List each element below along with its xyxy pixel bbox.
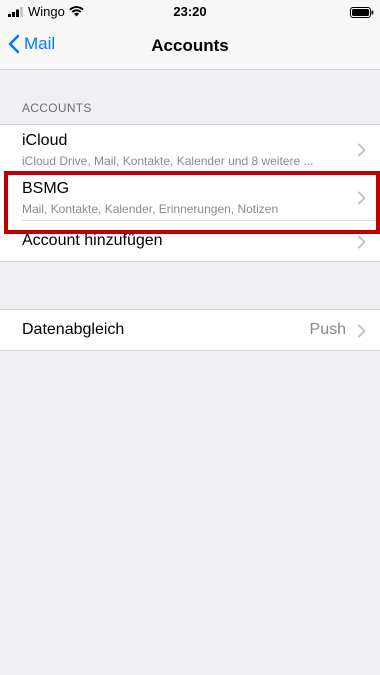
account-title: iCloud <box>22 132 68 149</box>
fetch-data-row[interactable]: Datenabgleich Push <box>0 310 380 350</box>
account-row-icloud[interactable]: iCloud iCloud Drive, Mail, Kontakte, Kal… <box>0 125 380 173</box>
chevron-right-icon <box>358 235 366 249</box>
status-bar: Wingo 23:20 <box>0 0 380 24</box>
page-title: Accounts <box>151 36 229 55</box>
navigation-bar: Mail Accounts <box>0 24 380 70</box>
account-row-bsmg[interactable]: BSMG Mail, Kontakte, Kalender, Erinnerun… <box>0 173 380 221</box>
fetch-data-label: Datenabgleich <box>22 321 125 338</box>
settings-screen: Wingo 23:20 Mail Accounts ACCOUNTS iClou… <box>0 0 380 675</box>
section-header-accounts: ACCOUNTS <box>22 101 92 115</box>
battery-icon <box>350 7 374 18</box>
chevron-right-icon <box>358 143 366 157</box>
accounts-list: iCloud iCloud Drive, Mail, Kontakte, Kal… <box>0 124 380 262</box>
account-title: BSMG <box>22 180 70 197</box>
account-services: Mail, Kontakte, Kalender, Erinnerungen, … <box>22 202 279 216</box>
fetch-settings-list: Datenabgleich Push <box>0 309 380 351</box>
account-services: iCloud Drive, Mail, Kontakte, Kalender u… <box>22 154 314 168</box>
fetch-data-value: Push <box>309 321 346 338</box>
chevron-right-icon <box>358 324 366 338</box>
battery-indicator <box>350 6 374 21</box>
add-account-label: Account hinzufügen <box>22 232 163 249</box>
status-time: 23:20 <box>173 4 207 19</box>
chevron-right-icon <box>358 191 366 205</box>
add-account-row[interactable]: Account hinzufügen <box>0 221 380 261</box>
